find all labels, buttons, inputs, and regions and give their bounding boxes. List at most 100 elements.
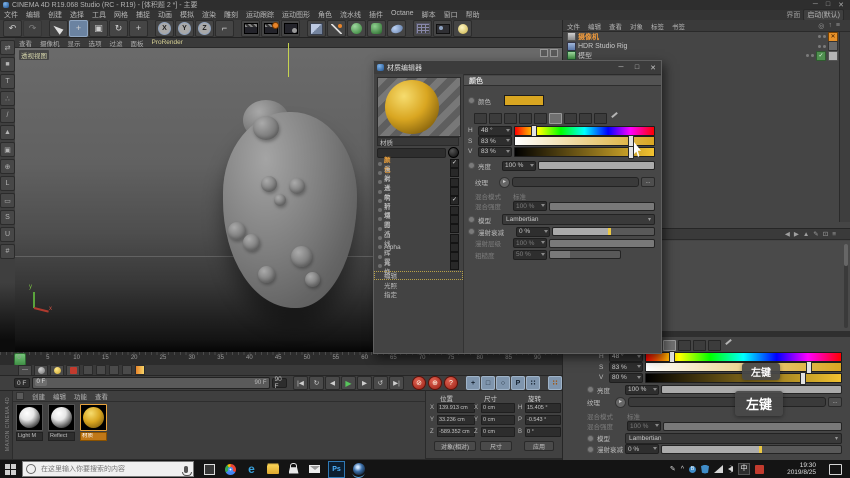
mode-mixer-icon[interactable] bbox=[579, 113, 592, 124]
maximize-button[interactable]: □ bbox=[826, 1, 830, 9]
value-value[interactable]: 83 % bbox=[478, 147, 512, 157]
octane-taskbar-icon[interactable] bbox=[351, 462, 366, 477]
loop-button[interactable]: ↻ bbox=[309, 376, 324, 390]
menubar-item-19[interactable]: 窗口 bbox=[440, 10, 462, 20]
texture-field[interactable] bbox=[512, 177, 639, 187]
texture-browse-button[interactable]: ... bbox=[828, 397, 842, 407]
defender-tray-icon[interactable] bbox=[701, 465, 709, 474]
diffuse-falloff-value[interactable]: 0 % bbox=[516, 227, 550, 237]
om-menu-4[interactable]: 对象 bbox=[626, 21, 647, 31]
record-help-button[interactable]: ? bbox=[444, 376, 458, 390]
ruler-tick-75[interactable]: 75 bbox=[448, 355, 455, 361]
generators-button[interactable] bbox=[347, 20, 366, 37]
go-end-button[interactable]: ▶| bbox=[389, 376, 404, 390]
om-menu-3[interactable]: 查看 bbox=[605, 21, 626, 31]
brightness-value[interactable]: 100 % bbox=[625, 385, 659, 395]
maximize-button[interactable]: □ bbox=[629, 62, 645, 74]
ruler-tick-35[interactable]: 35 bbox=[217, 355, 224, 361]
eyedropper-icon[interactable] bbox=[723, 340, 733, 349]
key-minus[interactable]: — bbox=[18, 365, 32, 376]
key-scale-toggle[interactable]: □ bbox=[481, 376, 495, 390]
channel-checkbox[interactable] bbox=[450, 206, 459, 215]
mm-menu-4[interactable]: 查看 bbox=[91, 391, 112, 401]
spline-pen-button[interactable] bbox=[327, 20, 346, 37]
ruler-tick-85[interactable]: 85 bbox=[505, 355, 512, 361]
channel-checkbox[interactable] bbox=[450, 234, 459, 243]
chrome-taskbar-icon[interactable] bbox=[223, 462, 238, 477]
go-start-button[interactable]: |◀ bbox=[293, 376, 308, 390]
phong-tag-icon[interactable]: ✓ bbox=[816, 51, 826, 61]
hue-slider[interactable] bbox=[645, 352, 842, 362]
cycle-button[interactable]: ↺ bbox=[373, 376, 388, 390]
render-settings-button[interactable] bbox=[281, 20, 300, 37]
search-input[interactable] bbox=[39, 465, 184, 474]
channel-page-2[interactable]: 光照 bbox=[374, 280, 463, 289]
key-paste-icon[interactable] bbox=[96, 365, 106, 375]
xpresso-tag-icon[interactable] bbox=[828, 41, 838, 51]
menubar-item-16[interactable]: 插件 bbox=[365, 10, 387, 20]
quantize-button[interactable]: # bbox=[0, 244, 15, 259]
pen-tray-icon[interactable]: ✎ bbox=[670, 465, 676, 473]
anim-dot[interactable] bbox=[468, 162, 475, 169]
pane-toggle-icon[interactable] bbox=[540, 49, 548, 57]
explorer-taskbar-icon[interactable] bbox=[265, 462, 280, 477]
axis-z-button[interactable]: Z bbox=[195, 20, 214, 37]
up-icon[interactable]: ↑ bbox=[828, 22, 832, 30]
menubar-item-5[interactable]: 工具 bbox=[88, 10, 110, 20]
viewport-menu-prorender[interactable]: ProRender bbox=[148, 39, 187, 46]
material-preview[interactable] bbox=[377, 77, 461, 137]
ruler-tick-5[interactable]: 5 bbox=[46, 355, 49, 361]
menubar-item-3[interactable]: 创建 bbox=[44, 10, 66, 20]
shading-model-dropdown[interactable]: Lambertian▾ bbox=[625, 433, 842, 444]
mode-compact-icon[interactable] bbox=[474, 113, 487, 124]
mode-wheel-icon[interactable] bbox=[489, 113, 502, 124]
ruler-tick-40[interactable]: 40 bbox=[246, 355, 253, 361]
channel-checkbox[interactable] bbox=[450, 187, 459, 196]
lock-icon[interactable]: ⊡ bbox=[823, 230, 828, 238]
chevron-up-tray-icon[interactable]: ^ bbox=[681, 466, 684, 473]
key-parameter-toggle[interactable]: P bbox=[511, 376, 525, 390]
axis-y-button[interactable]: Y bbox=[175, 20, 194, 37]
channel-page-1[interactable]: 编辑 bbox=[374, 271, 463, 280]
mode-hsv-icon[interactable] bbox=[549, 113, 562, 124]
position-x-field[interactable]: 139.913 cm bbox=[437, 403, 475, 413]
mode-spectrum-icon[interactable] bbox=[504, 113, 517, 124]
mode-hsv-icon[interactable] bbox=[663, 340, 676, 351]
menubar-item-15[interactable]: 流水线 bbox=[336, 10, 365, 20]
mode-mixer-icon[interactable] bbox=[693, 340, 706, 351]
size-z-field[interactable]: 0 cm bbox=[481, 427, 515, 437]
ruler-tick-60[interactable]: 60 bbox=[361, 355, 368, 361]
coord-size-dropdown[interactable]: 尺寸 bbox=[480, 441, 512, 451]
menubar-item-17[interactable]: Octane bbox=[387, 10, 418, 20]
channel-12[interactable]: 置换 bbox=[374, 261, 463, 270]
material-editor-titlebar[interactable]: 材质编辑器 ─ □ ✕ bbox=[374, 61, 661, 75]
marker-ball-gray[interactable] bbox=[34, 365, 48, 376]
channel-checkbox[interactable]: ✓ bbox=[450, 159, 459, 168]
eyedropper-icon[interactable] bbox=[609, 113, 619, 122]
menubar-item-18[interactable]: 脚本 bbox=[418, 10, 440, 20]
mm-menu-3[interactable]: 功能 bbox=[70, 391, 91, 401]
menu-icon[interactable]: ≡ bbox=[832, 231, 836, 238]
saturation-value[interactable]: 83 % bbox=[478, 136, 512, 146]
menubar-item-14[interactable]: 角色 bbox=[314, 10, 336, 20]
render-picture-viewer-button[interactable] bbox=[261, 20, 280, 37]
material-name[interactable]: Reflect bbox=[48, 432, 75, 441]
key-position-toggle[interactable]: + bbox=[466, 376, 480, 390]
om-menu-2[interactable]: 编辑 bbox=[584, 21, 605, 31]
size-y-field[interactable]: 0 cm bbox=[481, 415, 515, 425]
om-menu-6[interactable]: 书签 bbox=[668, 21, 689, 31]
brightness-slider[interactable] bbox=[538, 161, 655, 170]
viewport-menu-4[interactable]: 选项 bbox=[85, 38, 106, 48]
up-icon[interactable]: ▲ bbox=[803, 231, 809, 238]
model-mode-button[interactable]: ■ bbox=[0, 57, 15, 72]
menubar-item-9[interactable]: 模拟 bbox=[176, 10, 198, 20]
anim-dot[interactable] bbox=[468, 216, 475, 223]
channel-checkbox[interactable] bbox=[450, 224, 459, 233]
object-name[interactable]: HDR Studio Rig bbox=[578, 43, 627, 50]
value-slider[interactable] bbox=[514, 147, 655, 157]
channel-checkbox[interactable] bbox=[450, 178, 459, 187]
ruler-tick-55[interactable]: 55 bbox=[332, 355, 339, 361]
object-row-1[interactable]: 摄像机✕ bbox=[563, 32, 850, 42]
deformers-button[interactable] bbox=[367, 20, 386, 37]
network-tray-icon[interactable] bbox=[714, 465, 723, 473]
